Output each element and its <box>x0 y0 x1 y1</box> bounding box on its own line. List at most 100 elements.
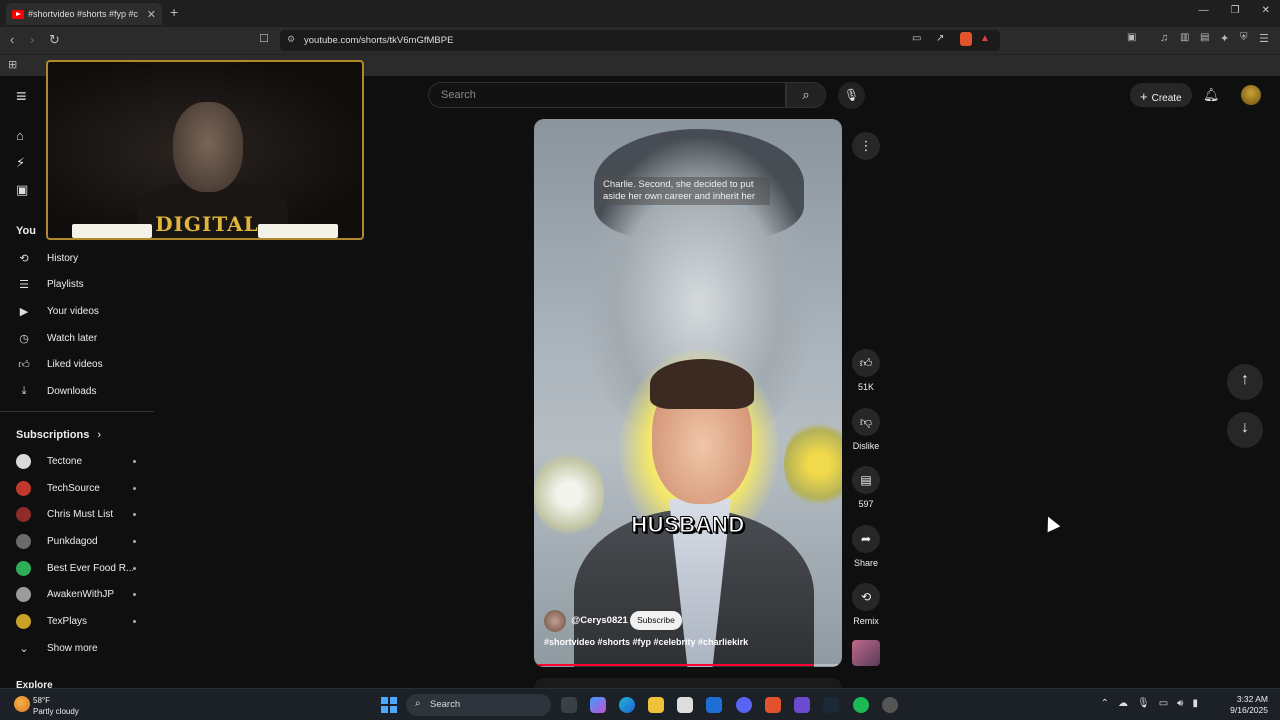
steam-icon[interactable] <box>823 697 839 713</box>
subscriptions-header[interactable]: Subscriptions › <box>16 422 101 448</box>
subscription-techsource[interactable]: TechSource <box>16 475 136 501</box>
short-description-hashtags[interactable]: #shortvideo #shorts #fyp #celebrity #cha… <box>544 637 748 647</box>
windows-logo-tile <box>390 697 397 704</box>
more-options-button[interactable]: ⋮ <box>852 132 880 160</box>
vpn-icon[interactable]: ⛨ <box>1240 32 1248 43</box>
spotify-icon[interactable] <box>853 697 869 713</box>
subscription-chris-must-list[interactable]: Chris Must List <box>16 501 136 527</box>
close-tab-icon[interactable]: ✕ <box>147 8 156 21</box>
channel-name: Best Ever Food R... <box>47 562 133 574</box>
back-icon[interactable]: ‹ <box>10 32 14 47</box>
comments-button[interactable]: ▤ 597 <box>846 466 886 509</box>
subscriptions-icon[interactable]: ▣ <box>16 182 28 198</box>
task-view-icon[interactable] <box>561 697 577 713</box>
account-avatar[interactable] <box>1241 85 1261 105</box>
start-button[interactable] <box>381 697 397 713</box>
outlook-icon[interactable] <box>706 697 722 713</box>
minimize-button[interactable]: — <box>1199 5 1209 16</box>
like-button[interactable]: 👍︎ 51K <box>846 349 886 392</box>
close-window-button[interactable]: ✕ <box>1262 5 1270 16</box>
new-content-dot <box>133 619 136 623</box>
home-icon[interactable]: ⌂ <box>16 128 24 143</box>
channel-handle[interactable]: @Cerys0821 <box>571 615 628 626</box>
sidebar-item-watch-later[interactable]: ◷ Watch later <box>16 325 97 351</box>
subscription-tectone[interactable]: Tectone <box>16 448 136 474</box>
channel-name: TexPlays <box>47 615 88 627</box>
video-progress-bar[interactable] <box>538 664 838 666</box>
watch-later-icon: ◷ <box>19 332 29 345</box>
brave-icon[interactable] <box>765 697 781 713</box>
menu-icon[interactable]: ☰ <box>1259 32 1269 45</box>
discord-icon[interactable] <box>736 697 752 713</box>
channel-avatar[interactable] <box>544 610 566 632</box>
you-section-header[interactable]: You <box>16 218 36 244</box>
channel-avatar <box>16 533 31 549</box>
subscription-best-ever-food[interactable]: Best Ever Food R... <box>16 555 136 581</box>
cast-icon[interactable]: ▭ <box>912 33 921 44</box>
store-icon[interactable] <box>677 697 693 713</box>
share-arrow-icon: ➦ <box>852 525 880 553</box>
bookmark-icon[interactable]: ☐ <box>259 32 269 45</box>
voice-search-button[interactable]: 🎙︎ <box>838 82 865 109</box>
subscription-texplays[interactable]: TexPlays <box>16 608 136 634</box>
video-progress-fill <box>538 664 814 666</box>
weather-sun-icon[interactable] <box>14 696 30 712</box>
new-tab-button[interactable]: + <box>170 4 178 20</box>
media-icon[interactable]: ♫ <box>1160 32 1168 44</box>
remix-button[interactable]: ⟲ Remix <box>846 583 886 626</box>
sidebar-item-history[interactable]: ⟲ History <box>16 245 78 271</box>
create-button[interactable]: + Create <box>1130 83 1192 107</box>
shorts-icon[interactable]: ⚡ <box>16 155 25 171</box>
volume-icon[interactable]: 🔊︎ <box>1177 698 1183 709</box>
weather-widget[interactable]: 58°F Partly cloudy <box>33 695 79 717</box>
microphone-tray-icon[interactable]: 🎙︎ <box>1137 698 1150 709</box>
subscription-punkdagod[interactable]: Punkdagod <box>16 528 136 554</box>
channel-avatar <box>16 613 31 629</box>
sidebar-item-your-videos[interactable]: ▶ Your videos <box>16 298 99 324</box>
audio-source-thumbnail[interactable] <box>852 640 880 666</box>
hamburger-menu-icon[interactable]: ≡ <box>16 86 27 107</box>
apps-grid-icon[interactable]: ⊞ <box>8 58 17 71</box>
subscription-awakenwithjp[interactable]: AwakenWithJP <box>16 581 136 607</box>
search-button[interactable]: ⌕ <box>786 82 826 108</box>
previous-short-button[interactable]: ↑ <box>1227 364 1263 400</box>
sidebar-item-downloads[interactable]: ⤓ Downloads <box>16 378 97 404</box>
subscribe-button[interactable]: Subscribe <box>630 611 682 630</box>
sidebar-toggle-icon[interactable]: ▣ <box>1127 32 1136 43</box>
show-more-label: Show more <box>47 642 98 654</box>
maximize-button[interactable]: ❐ <box>1231 5 1240 16</box>
copilot-icon[interactable] <box>590 697 606 713</box>
teams-icon[interactable] <box>794 697 810 713</box>
wallet-icon[interactable]: ▤ <box>1200 32 1209 43</box>
battery-icon[interactable]: ▮ <box>1192 698 1198 709</box>
reload-icon[interactable]: ↻ <box>49 32 60 48</box>
notifications-bell-icon[interactable]: 🔔︎ <box>1203 87 1220 103</box>
onedrive-icon[interactable]: ☁ <box>1118 698 1128 709</box>
url-field[interactable]: ⚙ youtube.com/shorts/tkV6mGfMBPE ▭ ↗ ▲ <box>280 30 1000 51</box>
next-short-button[interactable]: ↓ <box>1227 412 1263 448</box>
obs-icon[interactable] <box>882 697 898 713</box>
search-input[interactable]: Search <box>428 82 786 108</box>
sidebar-item-liked-videos[interactable]: 👍︎ Liked videos <box>16 351 102 377</box>
leo-ai-icon[interactable]: ✦ <box>1220 32 1229 45</box>
brave-shield-icon[interactable] <box>960 32 972 46</box>
tray-chevron-up-icon[interactable]: ⌃ <box>1101 698 1109 709</box>
you-label: You <box>16 225 36 237</box>
sidebar-item-playlists[interactable]: ☰ Playlists <box>16 271 84 297</box>
brave-rewards-icon[interactable]: ▲ <box>980 33 990 44</box>
browser-tab[interactable]: #shortvideo #shorts #fyp #c ✕ <box>6 3 162 25</box>
short-video-player[interactable]: Charlie. Second, she decided to put asid… <box>534 119 842 667</box>
next-short-preview[interactable] <box>534 678 842 688</box>
reader-icon[interactable]: ▥ <box>1180 32 1189 43</box>
taskbar-clock[interactable]: 3:32 AM 9/16/2025 <box>1230 694 1268 716</box>
share-button[interactable]: ➦ Share <box>846 525 886 568</box>
forward-icon[interactable]: › <box>30 32 34 47</box>
dislike-button[interactable]: 👎︎ Dislike <box>846 408 886 451</box>
edge-icon[interactable] <box>619 697 635 713</box>
network-icon[interactable]: ▭ <box>1159 698 1168 709</box>
show-more-button[interactable]: ⌄ Show more <box>16 635 98 661</box>
share-page-icon[interactable]: ↗ <box>936 33 944 44</box>
file-explorer-icon[interactable] <box>648 697 664 713</box>
site-info-icon[interactable]: ⚙ <box>287 34 295 45</box>
taskbar-search[interactable]: ⌕ Search <box>406 694 551 716</box>
